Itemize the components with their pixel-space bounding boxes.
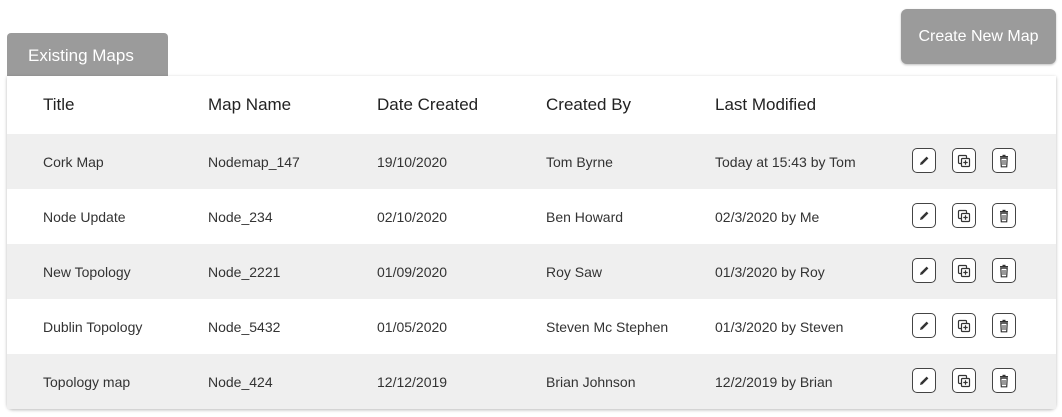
edit-button[interactable]	[912, 203, 936, 228]
delete-button[interactable]	[992, 203, 1016, 228]
duplicate-button[interactable]	[952, 148, 976, 173]
row-map-name: Nodemap_147	[208, 153, 300, 170]
table-row[interactable]: Node Update Node_234 02/10/2020 Ben Howard 0…	[7, 189, 1056, 244]
edit-button[interactable]	[912, 148, 936, 173]
edit-icon	[917, 154, 931, 168]
row-actions	[912, 148, 1032, 175]
table-row[interactable]: Dublin Topology Node_5432 01/05/2020 Steven…	[7, 299, 1056, 354]
row-created-by: Steven Mc Stephen	[546, 318, 669, 335]
row-actions	[912, 368, 1032, 395]
delete-icon	[997, 319, 1011, 333]
edit-icon	[917, 374, 931, 388]
row-date-created: 12/12/2019	[377, 373, 448, 390]
column-header-map-name[interactable]: Map Name	[208, 76, 291, 134]
create-new-map-button[interactable]: Create New Map	[901, 9, 1056, 64]
duplicate-button[interactable]	[952, 203, 976, 228]
delete-icon	[997, 264, 1011, 278]
column-header-created-by[interactable]: Created By	[546, 76, 631, 134]
delete-button[interactable]	[992, 258, 1016, 283]
row-map-name: Node_424	[208, 373, 273, 390]
edit-icon	[917, 209, 931, 223]
table-header: Title Map Name Date Created Created By L…	[7, 76, 1056, 134]
column-header-last-modified[interactable]: Last Modified	[715, 76, 816, 134]
row-map-name: Node_234	[208, 208, 273, 225]
duplicate-button[interactable]	[952, 368, 976, 393]
delete-button[interactable]	[992, 313, 1016, 338]
maps-table: Title Map Name Date Created Created By L…	[7, 76, 1056, 409]
row-last-modified: Today at 15:43 by Tom	[715, 153, 856, 170]
table-row[interactable]: New Topology Node_2221 01/09/2020 Roy Saw 01…	[7, 244, 1056, 299]
duplicate-button[interactable]	[952, 258, 976, 283]
delete-icon	[997, 154, 1011, 168]
row-title: Dublin Topology	[43, 318, 143, 335]
row-map-name: Node_2221	[208, 263, 281, 280]
column-header-date-created[interactable]: Date Created	[377, 76, 478, 134]
tab-label: Existing Maps	[28, 46, 134, 65]
duplicate-button[interactable]	[952, 313, 976, 338]
row-date-created: 02/10/2020	[377, 208, 448, 225]
row-last-modified: 12/2/2019 by Brian	[715, 373, 833, 390]
row-actions	[912, 313, 1032, 340]
table-row[interactable]: Cork Map Nodemap_147 19/10/2020 Tom Byrne To…	[7, 134, 1056, 189]
edit-icon	[917, 264, 931, 278]
row-created-by: Brian Johnson	[546, 373, 636, 390]
row-date-created: 01/09/2020	[377, 263, 448, 280]
edit-button[interactable]	[912, 368, 936, 393]
duplicate-icon	[957, 374, 971, 388]
row-title: Cork Map	[43, 153, 104, 170]
edit-icon	[917, 319, 931, 333]
row-title: New Topology	[43, 263, 131, 280]
row-map-name: Node_5432	[208, 318, 281, 335]
duplicate-icon	[957, 209, 971, 223]
edit-button[interactable]	[912, 313, 936, 338]
row-created-by: Roy Saw	[546, 263, 603, 280]
delete-button[interactable]	[992, 368, 1016, 393]
row-actions	[912, 203, 1032, 230]
tab-existing-maps[interactable]: Existing Maps	[7, 33, 168, 76]
column-header-title[interactable]: Title	[43, 76, 75, 134]
delete-button[interactable]	[992, 148, 1016, 173]
duplicate-icon	[957, 264, 971, 278]
row-date-created: 01/05/2020	[377, 318, 448, 335]
delete-icon	[997, 374, 1011, 388]
row-last-modified: 01/3/2020 by Roy	[715, 263, 825, 280]
duplicate-icon	[957, 319, 971, 333]
row-created-by: Ben Howard	[546, 208, 624, 225]
edit-button[interactable]	[912, 258, 936, 283]
row-created-by: Tom Byrne	[546, 153, 613, 170]
duplicate-icon	[957, 154, 971, 168]
row-actions	[912, 258, 1032, 285]
row-last-modified: 02/3/2020 by Me	[715, 208, 820, 225]
row-title: Topology map	[43, 373, 131, 390]
delete-icon	[997, 209, 1011, 223]
row-last-modified: 01/3/2020 by Steven	[715, 318, 844, 335]
row-date-created: 19/10/2020	[377, 153, 448, 170]
row-title: Node Update	[43, 208, 126, 225]
table-row[interactable]: Topology map Node_424 12/12/2019 Brian John…	[7, 354, 1056, 409]
